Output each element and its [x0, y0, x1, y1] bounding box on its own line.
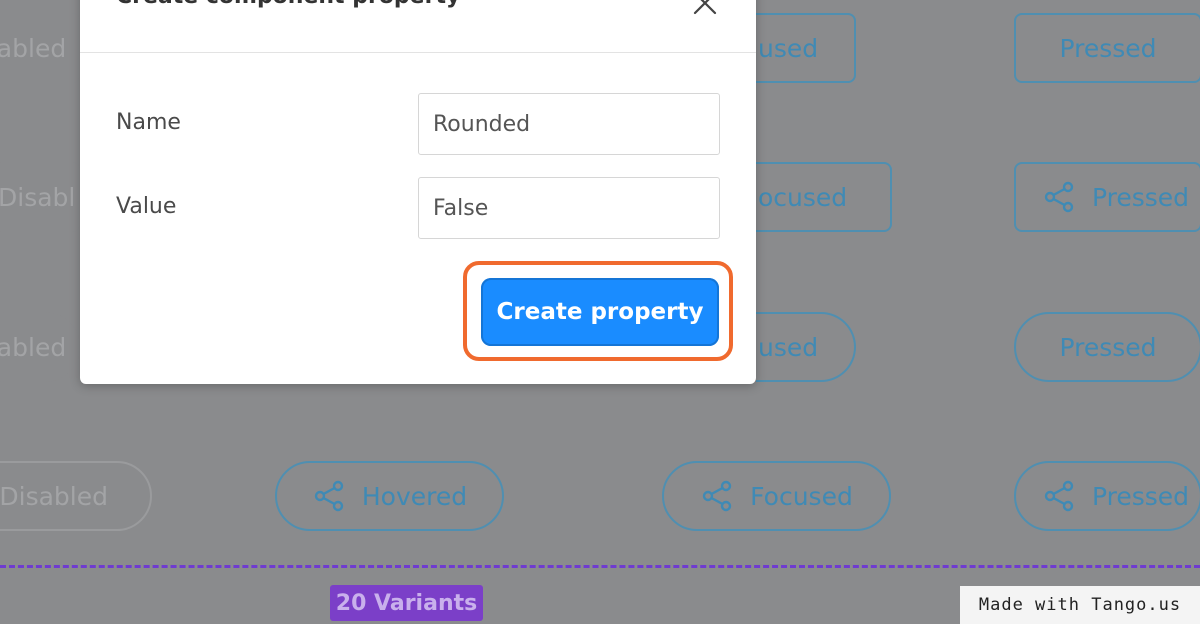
- share-icon: [700, 479, 734, 513]
- share-icon: [1042, 180, 1076, 214]
- close-button[interactable]: [690, 0, 720, 18]
- watermark: Made with Tango.us: [960, 586, 1200, 624]
- variant-label: sabled: [0, 332, 67, 362]
- share-icon: [312, 479, 346, 513]
- variant-hovered[interactable]: Hovered: [275, 461, 504, 531]
- variant-label: ocused: [758, 182, 848, 212]
- component-set-border: [0, 565, 1200, 568]
- name-label: Name: [116, 110, 181, 135]
- variant-label: Disabl: [0, 182, 76, 212]
- variant-label: Pressed: [1092, 182, 1190, 212]
- variant-label: used: [758, 332, 819, 362]
- variant-label: Focused: [750, 481, 853, 511]
- variant-focused[interactable]: used: [756, 13, 856, 83]
- variant-label: Hovered: [361, 481, 468, 511]
- variant-pressed[interactable]: Pressed: [1014, 312, 1200, 382]
- variant-pressed[interactable]: Pressed: [1014, 13, 1200, 83]
- name-input[interactable]: [418, 93, 720, 155]
- variant-label: Pressed: [1059, 33, 1157, 63]
- create-property-button[interactable]: Create property: [481, 278, 719, 346]
- variant-focused[interactable]: used: [756, 312, 856, 382]
- variant-disabled[interactable]: sabled: [0, 312, 80, 382]
- variant-disabled[interactable]: sabled: [0, 13, 80, 83]
- variant-label: Disabled: [0, 481, 108, 511]
- variant-pressed[interactable]: Pressed: [1014, 162, 1200, 232]
- create-property-dialog: Create component property Name Value Cre…: [80, 0, 756, 384]
- variant-label: sabled: [0, 33, 67, 63]
- variant-pressed[interactable]: Pressed: [1014, 461, 1200, 531]
- value-label: Value: [116, 194, 177, 219]
- dialog-title: Create component property: [116, 0, 460, 9]
- variants-count-badge: 20 Variants: [330, 585, 483, 621]
- variant-focused[interactable]: ocused: [756, 162, 892, 232]
- share-icon: [1042, 479, 1076, 513]
- value-input[interactable]: [418, 177, 720, 239]
- variant-label: used: [758, 33, 819, 63]
- dialog-header: Create component property: [80, 0, 756, 53]
- close-icon: [690, 0, 720, 18]
- variant-focused[interactable]: Focused: [662, 461, 891, 531]
- variant-label: Pressed: [1059, 332, 1157, 362]
- variant-disabled[interactable]: Disabl: [0, 162, 80, 232]
- variant-label: Pressed: [1092, 481, 1190, 511]
- variant-disabled[interactable]: Disabled: [0, 461, 152, 531]
